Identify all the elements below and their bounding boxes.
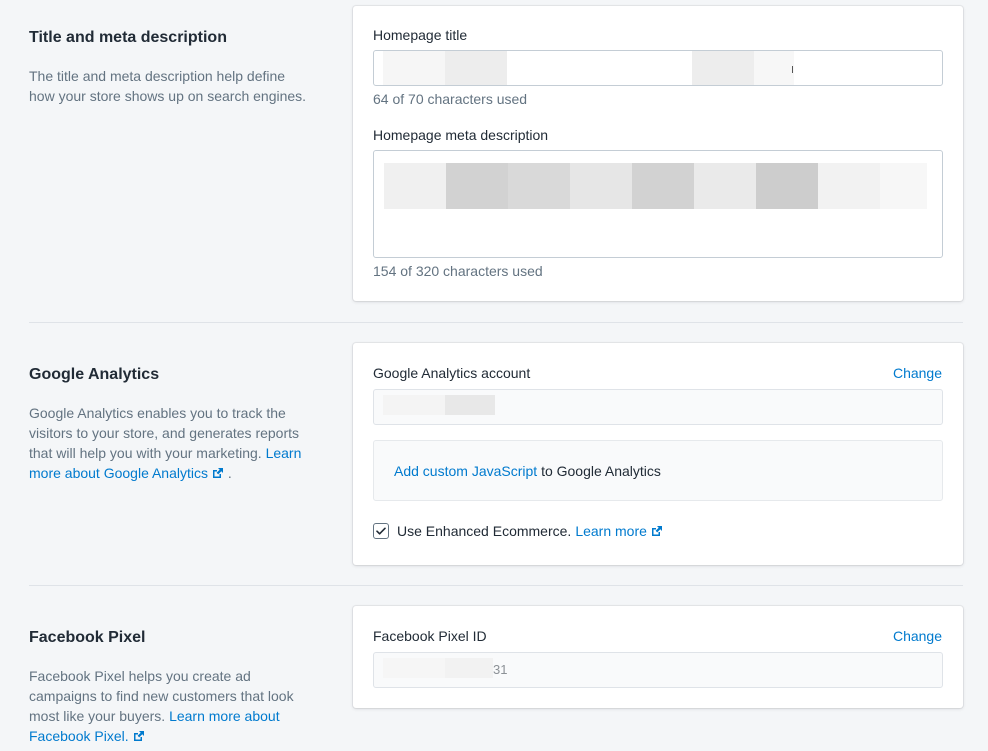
redacted-text-block — [694, 163, 756, 209]
meta-description-count: 154 of 320 characters used — [373, 263, 543, 279]
text-cursor — [792, 66, 793, 73]
facebook-pixel-id-value: 31 — [493, 662, 508, 677]
custom-javascript-suffix: to Google Analytics — [541, 463, 661, 479]
facebook-pixel-card: Facebook Pixel ID Change 31 — [353, 606, 963, 708]
enhanced-ecommerce-checkbox[interactable] — [373, 523, 389, 539]
facebook-pixel-heading: Facebook Pixel — [29, 629, 146, 646]
title-meta-heading: Title and meta description — [29, 29, 227, 46]
homepage-title-input[interactable] — [373, 50, 943, 86]
homepage-title-label: Homepage title — [373, 27, 468, 43]
google-analytics-description-text: Google Analytics enables you to track th… — [29, 405, 300, 461]
google-analytics-account-input[interactable] — [373, 389, 943, 425]
external-link-icon — [651, 526, 662, 536]
redacted-text-block — [754, 51, 794, 85]
title-meta-card: Homepage title 64 of 70 characters used … — [353, 6, 963, 301]
facebook-pixel-id-label: Facebook Pixel ID — [373, 628, 487, 644]
redacted-text-block — [818, 163, 880, 209]
google-analytics-heading: Google Analytics — [29, 366, 160, 383]
facebook-pixel-change-link[interactable]: Change — [893, 626, 942, 646]
redacted-text-block — [383, 395, 445, 415]
checkmark-icon — [376, 527, 386, 535]
meta-description-textarea[interactable] — [373, 150, 943, 258]
redacted-text-block — [756, 163, 818, 209]
redacted-text-block — [445, 658, 493, 678]
homepage-title-count: 64 of 70 characters used — [373, 91, 528, 107]
title-meta-section: Title and meta description The title and… — [0, 0, 988, 322]
redacted-text-block — [383, 658, 445, 678]
google-analytics-annotation: Google Analytics Google Analytics enable… — [29, 365, 319, 483]
add-custom-javascript-link[interactable]: Add custom JavaScript — [394, 463, 537, 479]
google-analytics-card: Google Analytics account Change Add cust… — [353, 343, 963, 565]
enhanced-ecommerce-row: Use Enhanced Ecommerce. Learn more — [373, 521, 663, 541]
redacted-text-block — [692, 51, 754, 85]
redacted-text-block — [570, 163, 632, 209]
redacted-text-block — [880, 163, 927, 209]
facebook-pixel-id-input[interactable]: 31 — [373, 652, 943, 688]
redacted-text-block — [445, 51, 507, 85]
redacted-text-block — [445, 395, 495, 415]
redacted-text-block — [384, 163, 446, 209]
redacted-text-block — [383, 51, 445, 85]
external-link-icon — [213, 468, 223, 478]
enhanced-learn-more-text: Learn more — [575, 523, 647, 539]
redacted-text-block — [446, 163, 508, 209]
google-analytics-change-link[interactable]: Change — [893, 363, 942, 383]
enhanced-ecommerce-learn-more-link[interactable]: Learn more — [575, 521, 663, 541]
facebook-pixel-annotation: Facebook Pixel Facebook Pixel helps you … — [29, 628, 319, 746]
trailing-period: . — [227, 465, 232, 481]
custom-javascript-line: Add custom JavaScript to Google Analytic… — [394, 461, 661, 481]
enhanced-ecommerce-label: Use Enhanced Ecommerce. — [397, 523, 572, 539]
google-analytics-account-label: Google Analytics account — [373, 365, 531, 381]
custom-javascript-panel: Add custom JavaScript to Google Analytic… — [373, 440, 943, 501]
title-meta-description: The title and meta description help defi… — [29, 68, 307, 104]
google-analytics-description: Google Analytics enables you to track th… — [29, 403, 314, 483]
facebook-pixel-section: Facebook Pixel Facebook Pixel helps you … — [0, 586, 988, 751]
title-meta-annotation: Title and meta description The title and… — [29, 28, 319, 106]
facebook-pixel-description: Facebook Pixel helps you create ad campa… — [29, 666, 304, 746]
google-analytics-section: Google Analytics Google Analytics enable… — [0, 323, 988, 585]
external-link-icon — [133, 731, 144, 741]
redacted-text-block — [632, 163, 694, 209]
redacted-text-block — [508, 163, 570, 209]
meta-description-label: Homepage meta description — [373, 127, 549, 143]
